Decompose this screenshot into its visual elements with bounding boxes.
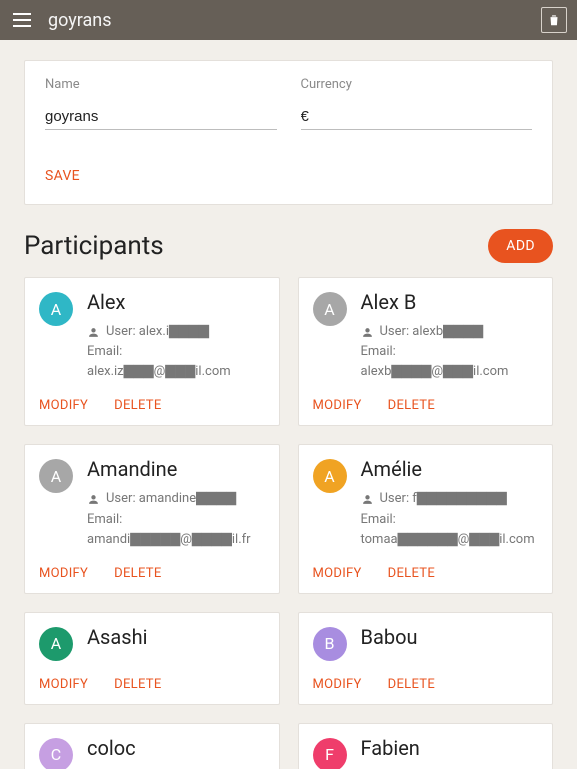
delete-button[interactable]: DELETE [388,562,435,585]
participant-name: Asashi [87,625,265,649]
participant-card: B Babou MODIFY DELETE [298,612,554,705]
email-label: Email:amandi▇▇▇▇▇@▇▇▇▇il.fr [87,510,265,550]
email-label: Email:tomaa▇▇▇▇▇▇@▇▇▇il.com [361,510,539,550]
participants-grid: A Alex User: alex.i▇▇▇▇Email:alex.iz▇▇▇@▇▇… [24,277,553,769]
user-label: User: alexb▇▇▇▇ [380,322,484,342]
delete-project-button[interactable] [541,7,567,33]
delete-button[interactable]: DELETE [114,673,161,696]
name-label: Name [45,77,277,92]
currency-label: Currency [301,77,533,92]
currency-input[interactable] [301,106,533,130]
participant-card: A Alex User: alex.i▇▇▇▇Email:alex.iz▇▇▇@▇▇… [24,277,280,426]
modify-button[interactable]: MODIFY [39,394,88,417]
modify-button[interactable]: MODIFY [313,673,362,696]
trash-icon [547,12,561,28]
avatar: A [313,292,347,326]
participant-card: FFabienMODIFYDELETE [298,723,554,769]
avatar: A [39,292,73,326]
participant-card: A Amandine User: amandine▇▇▇▇Email:amandi▇… [24,444,280,593]
delete-button[interactable]: DELETE [388,673,435,696]
save-button[interactable]: SAVE [45,164,80,188]
participant-name: Alex [87,290,265,314]
avatar: B [313,627,347,661]
modify-button[interactable]: MODIFY [313,562,362,585]
participant-card: A Amélie User: f▇▇▇▇▇▇▇▇▇Email:tomaa▇▇▇▇▇▇… [298,444,554,593]
name-input[interactable] [45,106,277,130]
avatar: F [313,738,347,769]
delete-button[interactable]: DELETE [388,394,435,417]
participant-name: Fabien [361,736,539,760]
avatar: A [39,459,73,493]
participant-name: Amélie [361,457,539,481]
participant-name: Amandine [87,457,265,481]
user-icon [361,493,374,506]
add-participant-button[interactable]: ADD [488,229,553,263]
project-settings-card: Name Currency SAVE [24,60,553,205]
participants-heading: Participants [24,231,164,261]
avatar: A [313,459,347,493]
delete-button[interactable]: DELETE [114,562,161,585]
modify-button[interactable]: MODIFY [39,673,88,696]
user-icon [361,326,374,339]
email-label: Email:alex.iz▇▇▇@▇▇▇il.com [87,342,265,382]
avatar: A [39,627,73,661]
participant-card: CcolocMODIFYDELETE [24,723,280,769]
email-label: Email:alexb▇▇▇▇@▇▇▇il.com [361,342,539,382]
avatar: C [39,738,73,769]
menu-icon[interactable] [10,8,34,32]
user-label: User: f▇▇▇▇▇▇▇▇▇ [380,489,507,509]
user-label: User: amandine▇▇▇▇ [106,489,236,509]
app-title: goyrans [48,10,527,31]
user-icon [87,326,100,339]
participant-card: A Asashi MODIFY DELETE [24,612,280,705]
participant-name: Babou [361,625,539,649]
delete-button[interactable]: DELETE [114,394,161,417]
user-label: User: alex.i▇▇▇▇ [106,322,209,342]
modify-button[interactable]: MODIFY [313,394,362,417]
participant-name: coloc [87,736,265,760]
modify-button[interactable]: MODIFY [39,562,88,585]
participant-name: Alex B [361,290,539,314]
user-icon [87,493,100,506]
participant-card: A Alex B User: alexb▇▇▇▇Email:alexb▇▇▇▇@▇▇… [298,277,554,426]
